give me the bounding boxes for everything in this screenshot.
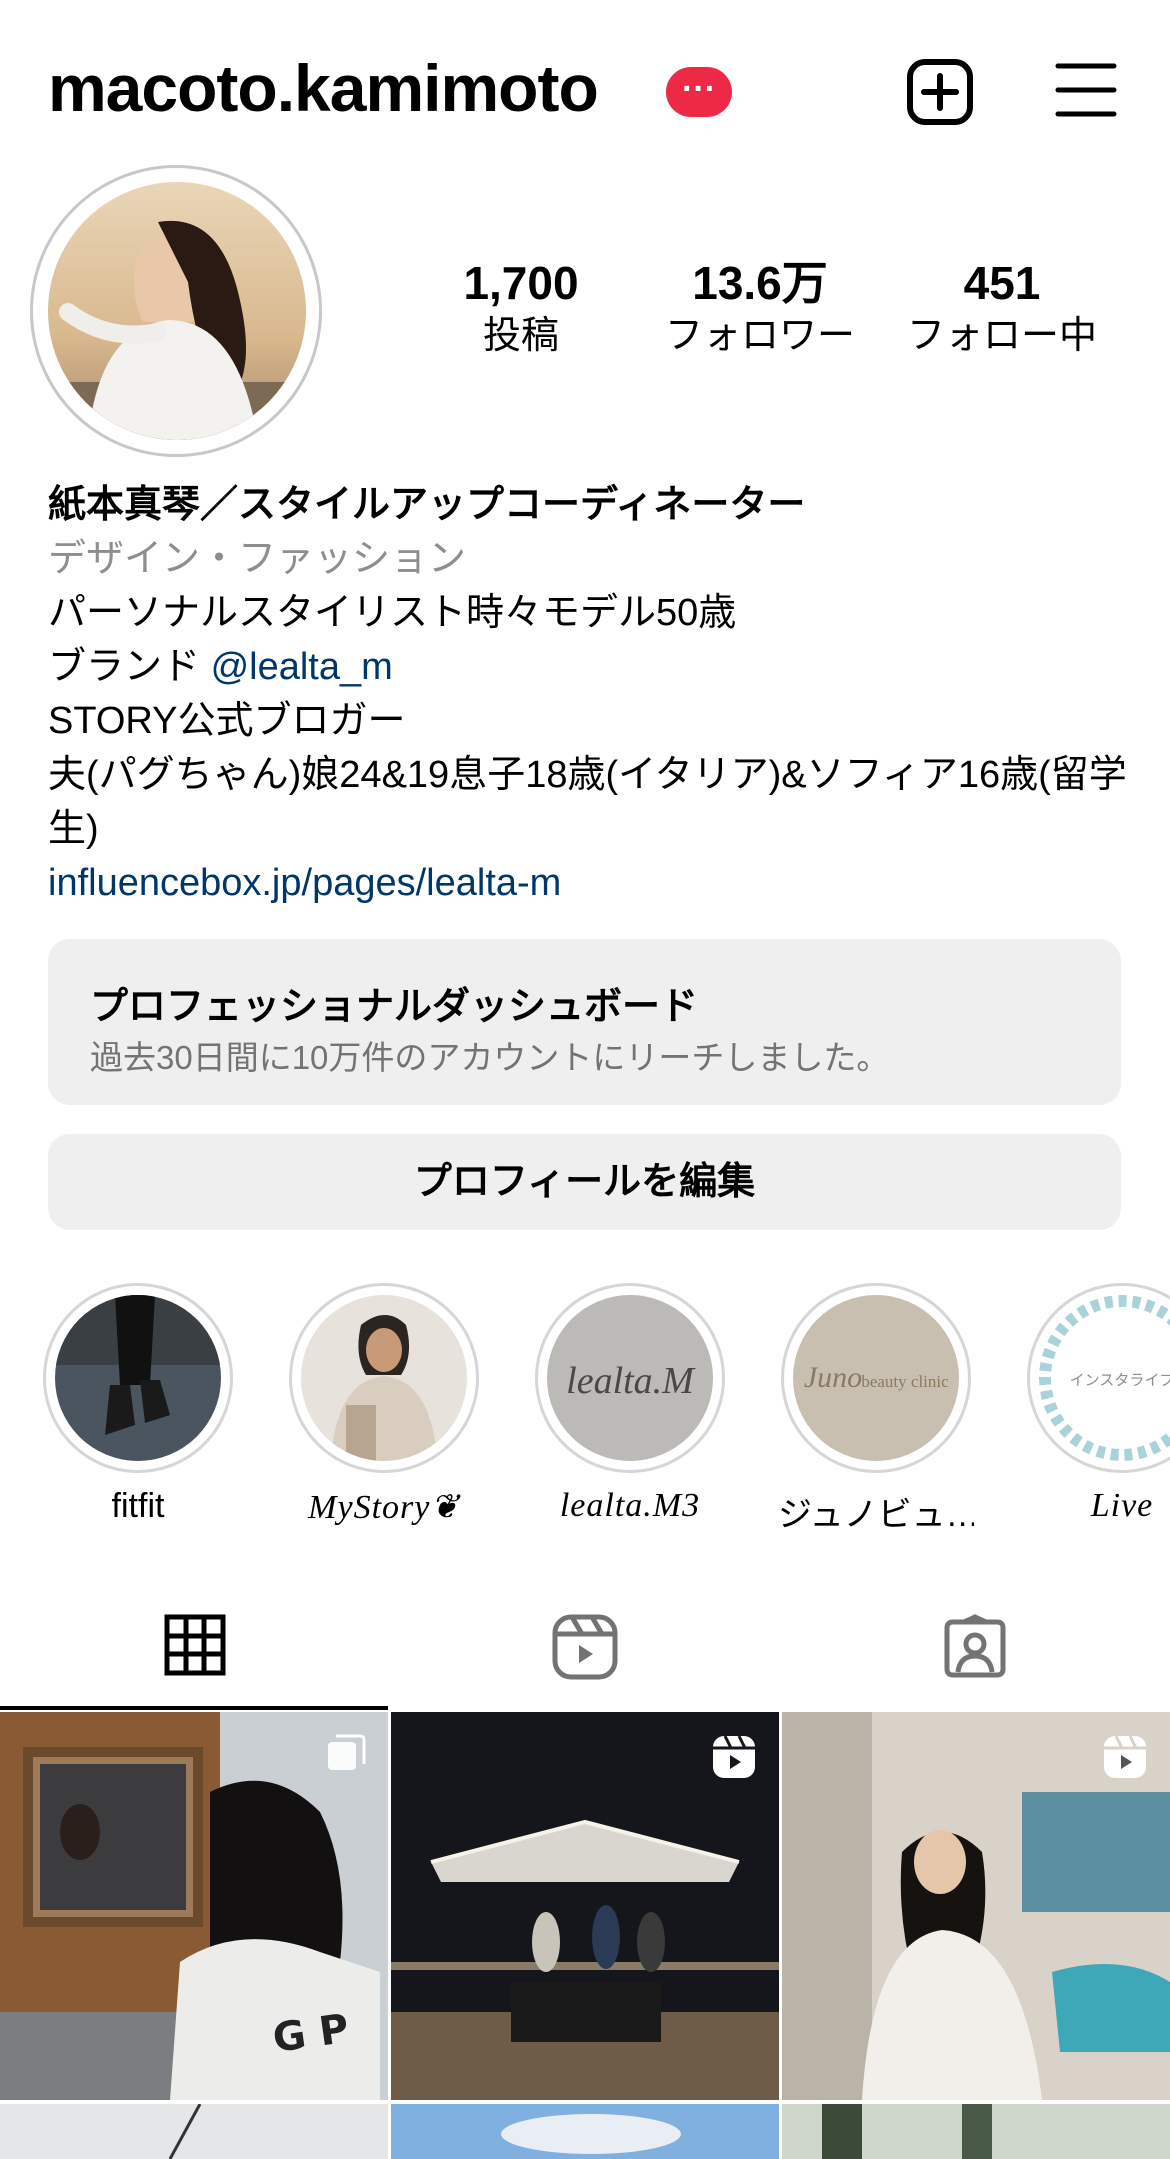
- highlight-cover-text: lealta.M: [566, 1360, 696, 1402]
- highlight-item[interactable]: インスタライブ Live: [1024, 1283, 1170, 1525]
- active-tab-indicator: [0, 1706, 388, 1710]
- posts-label: 投稿: [482, 315, 559, 357]
- highlight-caption: lealta.M3: [559, 1487, 701, 1524]
- stat-posts[interactable]: 1,700 投稿: [406, 255, 636, 361]
- followers-label: フォロワー: [664, 315, 855, 357]
- profile-username[interactable]: macoto.kamimoto: [48, 50, 599, 126]
- reels-icon: [552, 1614, 618, 1680]
- highlight-caption: ジュノビュ…: [778, 1496, 974, 1534]
- carousel-icon: [326, 1734, 366, 1779]
- profile-bio: 紙本真琴／スタイルアップコーディネーター デザイン・ファッション パーソナルスタ…: [48, 478, 1138, 910]
- menu-button[interactable]: [1054, 58, 1118, 122]
- grid-post[interactable]: [0, 2104, 388, 2159]
- highlight-cover-text: Juno: [804, 1361, 862, 1394]
- stat-following[interactable]: 451 フォロー中: [887, 255, 1117, 361]
- avatar[interactable]: [48, 182, 306, 440]
- grid-post[interactable]: [782, 2104, 1170, 2159]
- highlight-item[interactable]: MyStory❦: [286, 1283, 482, 1527]
- highlight-cover: インスタライブ: [1039, 1295, 1170, 1461]
- following-count: 451: [963, 257, 1041, 309]
- display-name: 紙本真琴／スタイルアップコーディネーター: [48, 484, 806, 526]
- bio-line: STORY公式ブロガー: [48, 700, 406, 742]
- highlight-item[interactable]: fitfit: [40, 1283, 236, 1526]
- website-link[interactable]: influencebox.jp/pages/lealta-m: [48, 856, 1138, 910]
- reel-icon: [711, 1734, 757, 1785]
- reel-icon: [1102, 1734, 1148, 1785]
- tagged-person-icon: [944, 1614, 1006, 1678]
- new-post-button[interactable]: [906, 58, 974, 126]
- highlight-cover: Juno beauty clinic: [793, 1295, 959, 1461]
- highlight-caption: fitfit: [111, 1487, 165, 1525]
- category-label: デザイン・ファッション: [48, 538, 467, 580]
- grid-post[interactable]: [391, 2104, 779, 2159]
- bio-line: ブランド @lealta_m: [48, 646, 393, 688]
- edit-profile-button[interactable]: プロフィールを編集: [48, 1134, 1121, 1230]
- hamburger-menu-icon: [1055, 63, 1117, 117]
- followers-count: 13.6万: [692, 257, 828, 309]
- plus-square-icon: [907, 59, 973, 125]
- grid-post[interactable]: G P: [0, 1712, 388, 2100]
- notification-badge[interactable]: ···: [666, 67, 732, 117]
- grid-icon: [164, 1614, 226, 1676]
- highlight-cover: [301, 1295, 467, 1461]
- grid-post[interactable]: [782, 1712, 1170, 2100]
- brand-mention-link[interactable]: @lealta_m: [211, 646, 393, 688]
- tab-tagged[interactable]: [780, 1600, 1170, 1712]
- highlight-cover-text: beauty clinic: [861, 1372, 949, 1391]
- tab-reels[interactable]: [390, 1600, 780, 1712]
- grid-post[interactable]: [391, 1712, 779, 2100]
- highlight-cover: lealta.M: [547, 1295, 713, 1461]
- stat-followers[interactable]: 13.6万 フォロワー: [645, 255, 875, 361]
- bio-line: パーソナルスタイリスト時々モデル50歳: [48, 592, 737, 634]
- highlight-caption: Live: [1090, 1487, 1154, 1524]
- tab-posts[interactable]: [0, 1600, 390, 1712]
- posts-count: 1,700: [463, 257, 579, 309]
- highlight-item[interactable]: Juno beauty clinic ジュノビュ…: [778, 1283, 974, 1536]
- professional-dashboard-card[interactable]: プロフェッショナルダッシュボード 過去30日間に10万件のアカウントにリーチしま…: [48, 939, 1121, 1105]
- dashboard-title: プロフェッショナルダッシュボード: [90, 986, 699, 1028]
- dashboard-subtitle: 過去30日間に10万件のアカウントにリーチしました。: [90, 1039, 890, 1076]
- highlight-cover-text: インスタライブ: [1070, 1371, 1170, 1389]
- highlight-cover: [55, 1295, 221, 1461]
- bio-line: 夫(パグちゃん)娘24&19息子18歳(イタリア)&ソフィア16歳(留学生): [48, 754, 1127, 850]
- following-label: フォロー中: [906, 315, 1097, 357]
- highlight-caption: MyStory❦: [308, 1489, 460, 1526]
- highlight-item[interactable]: lealta.M lealta.M3: [532, 1283, 728, 1525]
